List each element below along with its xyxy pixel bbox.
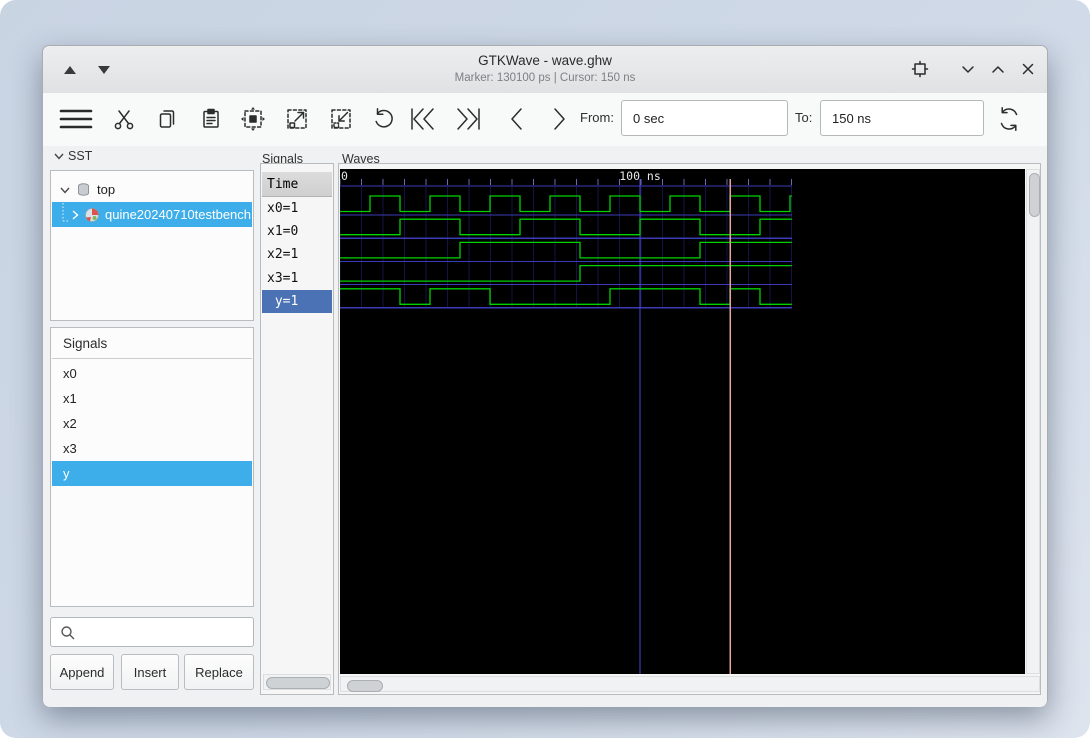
name-row-y[interactable]: y =1 [262,290,332,313]
replace-button[interactable]: Replace [184,654,254,690]
wave-trace-x3 [340,266,792,282]
waves-vscrollbar-thumb[interactable] [1029,173,1040,217]
zoom-fit-icon[interactable] [235,101,271,137]
waves-panel: 0 100 ns [338,163,1041,695]
timescale-label: 100 ns [619,169,661,183]
signal-search-box[interactable] [50,617,254,647]
screenshot-root: GTKWave - wave.ghw Marker: 130100 ps | C… [0,0,1090,738]
zoom-out-icon[interactable] [323,101,359,137]
from-input[interactable] [621,100,788,136]
from-label: From: [580,110,614,125]
paste-icon[interactable] [193,101,229,137]
sst-tree-panel: top quine20240710testbench [50,170,254,321]
to-input[interactable] [820,100,984,136]
tree-item-testbench[interactable]: quine20240710testbench [52,202,252,227]
window-title: GTKWave - wave.ghw [43,53,1047,68]
insert-button[interactable]: Insert [121,654,179,690]
signal-list-item-x3[interactable]: x3 [52,436,252,461]
gtkwave-window: GTKWave - wave.ghw Marker: 130100 ps | C… [42,45,1048,706]
cut-icon[interactable] [106,101,142,137]
expander-open-icon[interactable] [59,184,71,196]
tree-guide [58,203,68,227]
tree-item-label: top [97,182,115,197]
minimize-icon[interactable] [959,60,977,78]
names-panel: Time x0 =1x1 =0x2 =1x3 =1y =1 [260,163,334,695]
go-to-end-icon[interactable] [451,101,483,137]
signal-list-panel: Signals x0x1x2x3y [50,327,254,607]
reload-icon[interactable] [991,101,1027,137]
signal-list-header: Signals [52,329,252,359]
copy-icon[interactable] [149,101,185,137]
tree-item-label: quine20240710testbench [105,207,252,222]
titlebar[interactable]: GTKWave - wave.ghw Marker: 130100 ps | C… [43,46,1047,94]
next-edge-icon[interactable] [541,101,577,137]
close-icon[interactable] [1019,60,1037,78]
wave-trace-x2 [340,242,792,258]
tree-item-top[interactable]: top [52,177,252,202]
signal-list-item-y[interactable]: y [52,461,252,486]
expander-closed-icon[interactable] [70,209,80,221]
time-header: Time [262,172,332,197]
waves-hscrollbar[interactable] [340,676,1040,692]
toolbar: From: To: [43,93,1047,147]
append-button[interactable]: Append [50,654,114,690]
signal-list-item-x1[interactable]: x1 [52,386,252,411]
name-row-x1[interactable]: x1 =0 [262,220,332,243]
maximize-icon[interactable] [989,60,1007,78]
names-hscrollbar[interactable] [263,674,331,690]
name-row-x3[interactable]: x3 =1 [262,267,332,290]
package-icon [84,207,100,223]
prev-edge-icon[interactable] [499,101,535,137]
menu-icon[interactable] [55,101,97,137]
names-hscrollbar-thumb[interactable] [266,677,330,689]
wave-canvas[interactable]: 0 100 ns [340,169,1025,674]
wave-trace-y [340,289,792,305]
sst-label: SST [68,149,92,163]
main-content: SST top [43,146,1047,707]
waves-hscrollbar-thumb[interactable] [347,680,383,692]
restore-icon[interactable] [911,60,929,78]
zoom-in-icon[interactable] [279,101,315,137]
to-label: To: [795,110,812,125]
marker-cursor-status: Marker: 130100 ps | Cursor: 150 ns [43,72,1047,84]
name-row-x0[interactable]: x0 =1 [262,197,332,220]
search-icon [60,625,76,641]
timescale-label: 0 [341,169,348,183]
name-row-x2[interactable]: x2 =1 [262,243,332,266]
sst-expander[interactable]: SST [53,149,92,163]
signal-list-item-x0[interactable]: x0 [52,361,252,386]
undo-icon[interactable] [365,101,401,137]
waves-vscrollbar[interactable] [1026,169,1040,674]
signal-list-item-x2[interactable]: x2 [52,411,252,436]
wave-trace-x1 [340,219,792,235]
go-to-start-icon[interactable] [408,101,440,137]
wave-trace-x0 [340,196,792,212]
module-icon [76,182,91,197]
